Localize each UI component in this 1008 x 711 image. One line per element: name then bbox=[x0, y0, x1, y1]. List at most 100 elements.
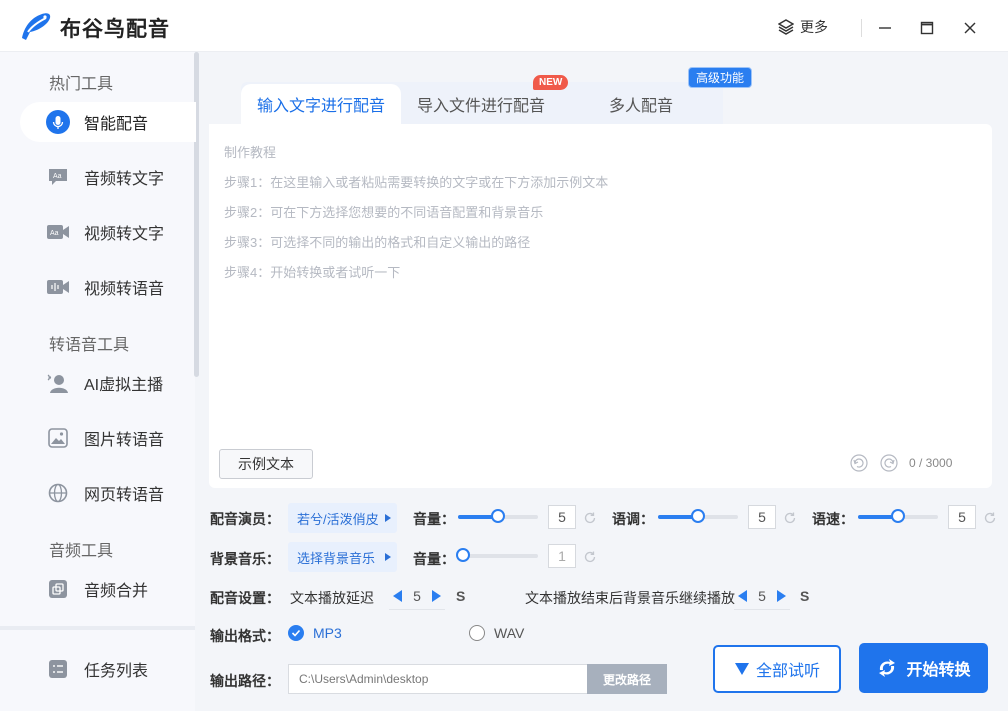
sidebar-item-label: AI虚拟主播 bbox=[84, 377, 164, 394]
titlebar-divider bbox=[861, 19, 862, 37]
tone-label: 语调： bbox=[612, 511, 654, 527]
tab-input-text[interactable]: 输入文字进行配音 bbox=[241, 84, 401, 124]
avatar-icon bbox=[46, 371, 70, 395]
slider-knob[interactable] bbox=[891, 509, 905, 523]
sidebar-item-label: 视频转文字 bbox=[84, 226, 165, 243]
volume-slider[interactable] bbox=[458, 509, 538, 523]
tone-slider[interactable] bbox=[658, 509, 738, 523]
tab-import-file[interactable]: 导入文件进行配音 bbox=[401, 84, 561, 124]
audio-text-icon: Aa bbox=[46, 165, 70, 189]
sidebar-item-label: 图片转语音 bbox=[84, 432, 165, 449]
listen-all-button[interactable]: 全部试听 bbox=[713, 645, 841, 693]
close-icon bbox=[964, 22, 976, 34]
speed-value[interactable]: 5 bbox=[948, 505, 976, 529]
microphone-icon bbox=[46, 110, 70, 134]
merge-icon bbox=[46, 577, 70, 601]
sidebar-item-label: 智能配音 bbox=[84, 116, 149, 133]
bgm-volume-value[interactable]: 1 bbox=[548, 544, 576, 568]
format-mp3-radio[interactable]: MP3 bbox=[288, 625, 342, 641]
output-path-input[interactable] bbox=[288, 664, 588, 694]
minimize-icon bbox=[879, 27, 891, 29]
delay-value: 5 bbox=[413, 587, 421, 604]
voice-actor-select[interactable]: 若兮/活泼俏皮 bbox=[288, 503, 397, 533]
more-button[interactable]: 更多 bbox=[778, 16, 828, 38]
slider-knob[interactable] bbox=[456, 548, 470, 562]
minimize-button[interactable] bbox=[871, 14, 899, 42]
maximize-icon bbox=[920, 21, 934, 35]
bgm-select[interactable]: 选择背景音乐 bbox=[288, 542, 397, 572]
sidebar-item-image-to-voice[interactable]: 图片转语音 bbox=[20, 418, 196, 458]
sidebar-item-smart-dubbing[interactable]: 智能配音 bbox=[20, 102, 196, 142]
continue-bgm-label: 文本播放结束后背景音乐继续播放 bbox=[525, 590, 735, 606]
sidebar-item-task-list[interactable]: 任务列表 bbox=[20, 649, 196, 689]
undo-icon[interactable] bbox=[850, 454, 868, 472]
close-button[interactable] bbox=[956, 14, 984, 42]
sidebar-divider bbox=[0, 626, 195, 630]
sidebar-item-ai-anchor[interactable]: AI虚拟主播 bbox=[20, 363, 196, 403]
image-icon bbox=[46, 426, 70, 450]
volume-value[interactable]: 5 bbox=[548, 505, 576, 529]
dubbing-settings-label: 配音设置： bbox=[210, 590, 280, 606]
output-format-label: 输出格式： bbox=[210, 628, 280, 644]
svg-text:Aa: Aa bbox=[53, 173, 62, 180]
editor-hint-step: 步骤2：可在下方选择您想要的不同语音配置和背景音乐 bbox=[224, 205, 544, 220]
delay-stepper[interactable]: 5 bbox=[389, 582, 445, 610]
speed-label: 语速： bbox=[812, 511, 854, 527]
tone-value[interactable]: 5 bbox=[748, 505, 776, 529]
editor-hint-title: 制作教程 bbox=[224, 145, 277, 160]
chevron-right-icon bbox=[385, 553, 391, 561]
app-title: 布谷鸟配音 bbox=[60, 18, 170, 41]
reset-icon[interactable] bbox=[583, 511, 597, 525]
start-convert-label: 开始转换 bbox=[906, 662, 971, 679]
section-title-voice-tools: 转语音工具 bbox=[49, 337, 130, 354]
reset-icon[interactable] bbox=[583, 550, 597, 564]
delay-unit: S bbox=[456, 588, 466, 604]
slider-knob[interactable] bbox=[691, 509, 705, 523]
format-mp3-label: MP3 bbox=[313, 625, 342, 641]
volume-label: 音量： bbox=[413, 511, 455, 527]
sidebar-item-label: 网页转语音 bbox=[84, 487, 165, 504]
svg-text:Aa: Aa bbox=[50, 230, 59, 237]
reset-icon[interactable] bbox=[783, 511, 797, 525]
sidebar-item-video-to-text[interactable]: Aa 视频转文字 bbox=[20, 212, 196, 252]
bgm-volume-slider[interactable] bbox=[456, 548, 538, 562]
sidebar-item-label: 视频转语音 bbox=[84, 281, 165, 298]
format-wav-radio[interactable]: WAV bbox=[469, 625, 524, 641]
reset-icon[interactable] bbox=[983, 511, 997, 525]
layers-icon bbox=[778, 19, 794, 35]
character-counter: 0 / 3000 bbox=[909, 456, 953, 470]
decrease-arrow-icon[interactable] bbox=[738, 589, 747, 602]
text-editor[interactable]: 制作教程 步骤1：在这里输入或者粘贴需要转换的文字或在下方添加示例文本 步骤2：… bbox=[209, 124, 992, 488]
decrease-arrow-icon[interactable] bbox=[393, 589, 402, 602]
listen-all-label: 全部试听 bbox=[755, 663, 820, 680]
continue-stepper[interactable]: 5 bbox=[734, 582, 790, 610]
bgm-value: 选择背景音乐 bbox=[297, 550, 376, 566]
title-bar: 布谷鸟配音 更多 bbox=[0, 0, 1008, 52]
new-badge: NEW bbox=[533, 75, 569, 90]
video-text-icon: Aa bbox=[46, 220, 70, 244]
section-title-hot: 热门工具 bbox=[49, 76, 114, 93]
speed-slider[interactable] bbox=[858, 509, 938, 523]
check-icon bbox=[288, 625, 304, 641]
sidebar-item-web-to-voice[interactable]: 网页转语音 bbox=[20, 473, 196, 513]
slider-knob[interactable] bbox=[491, 509, 505, 523]
change-path-button[interactable]: 更改路径 bbox=[587, 664, 667, 694]
editor-hint-step: 步骤1：在这里输入或者粘贴需要转换的文字或在下方添加示例文本 bbox=[224, 175, 609, 190]
increase-arrow-icon[interactable] bbox=[432, 589, 441, 602]
output-path-label: 输出路径： bbox=[210, 673, 280, 689]
tab-multi-voice[interactable]: 多人配音 bbox=[561, 84, 721, 124]
start-convert-button[interactable]: 开始转换 bbox=[859, 643, 988, 693]
bgm-volume-label: 音量： bbox=[413, 551, 455, 567]
sample-text-button[interactable]: 示例文本 bbox=[219, 449, 313, 479]
voice-actor-label: 配音演员： bbox=[210, 511, 280, 527]
sidebar-item-audio-to-text[interactable]: Aa 音频转文字 bbox=[20, 157, 196, 197]
sidebar-item-audio-merge[interactable]: 音频合并 bbox=[20, 569, 196, 609]
convert-icon bbox=[879, 659, 896, 677]
voice-actor-value: 若兮/活泼俏皮 bbox=[297, 511, 379, 527]
maximize-button[interactable] bbox=[913, 14, 941, 42]
redo-icon[interactable] bbox=[880, 454, 898, 472]
continue-unit: S bbox=[800, 588, 810, 604]
increase-arrow-icon[interactable] bbox=[777, 589, 786, 602]
sidebar-item-label: 任务列表 bbox=[84, 663, 149, 680]
sidebar-item-video-to-voice[interactable]: 视频转语音 bbox=[20, 267, 196, 307]
